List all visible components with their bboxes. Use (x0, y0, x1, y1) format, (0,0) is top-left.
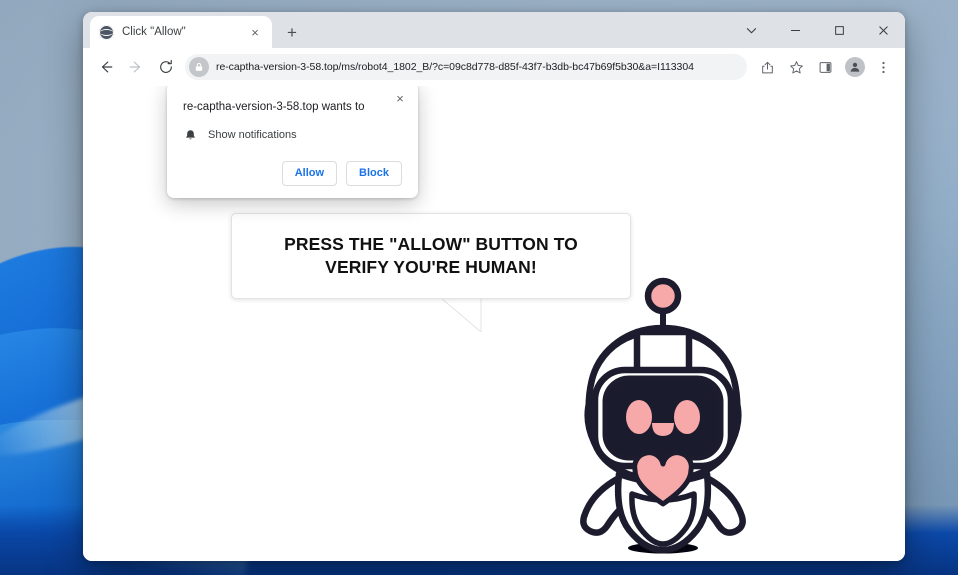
minimize-icon[interactable] (773, 12, 817, 48)
close-icon[interactable] (861, 12, 905, 48)
back-arrow-icon[interactable] (91, 53, 120, 82)
browser-window: Click "Allow" × + re-captha-version-3-58… (83, 12, 905, 561)
speech-bubble-text: PRESS THE "ALLOW" BUTTON TO VERIFY YOU'R… (284, 233, 578, 277)
dialog-option-row: Show notifications (183, 128, 402, 143)
robot-mascot (580, 277, 746, 554)
tab-click-allow[interactable]: Click "Allow" × (90, 16, 272, 48)
share-icon[interactable] (754, 54, 781, 81)
star-icon[interactable] (783, 54, 810, 81)
block-button[interactable]: Block (346, 160, 402, 186)
dialog-actions: Allow Block (183, 160, 402, 186)
tab-close-icon[interactable]: × (247, 24, 263, 40)
avatar[interactable] (841, 54, 868, 81)
bell-icon (183, 128, 198, 143)
three-dot-menu-icon[interactable] (870, 54, 897, 81)
tab-strip: Click "Allow" × + (83, 12, 905, 48)
toolbar-right-icons (754, 54, 897, 81)
forward-arrow-icon[interactable] (121, 53, 150, 82)
tab-search-icon[interactable] (729, 12, 773, 48)
new-tab-button[interactable]: + (278, 18, 306, 46)
dialog-option-label: Show notifications (208, 129, 297, 142)
maximize-icon[interactable] (817, 12, 861, 48)
address-bar-url: re-captha-version-3-58.top/ms/robot4_180… (216, 61, 694, 73)
desktop: Click "Allow" × + re-captha-version-3-58… (0, 0, 958, 575)
allow-button[interactable]: Allow (281, 160, 338, 186)
page-viewport: PRESS THE "ALLOW" BUTTON TO VERIFY YOU'R… (83, 86, 905, 561)
dialog-title: re-captha-version-3-58.top wants to (183, 101, 365, 113)
notification-permission-dialog: × re-captha-version-3-58.top wants to Sh… (167, 86, 418, 198)
avatar-icon (844, 57, 865, 77)
tab-title: Click "Allow" (122, 26, 186, 38)
speech-bubble: PRESS THE "ALLOW" BUTTON TO VERIFY YOU'R… (231, 213, 631, 299)
browser-toolbar: re-captha-version-3-58.top/ms/robot4_180… (83, 48, 905, 86)
lock-icon[interactable] (189, 57, 209, 77)
globe-icon (99, 24, 114, 40)
side-panel-icon[interactable] (812, 54, 839, 81)
window-controls (729, 12, 905, 48)
reload-icon[interactable] (151, 53, 180, 82)
dialog-close-icon[interactable]: × (391, 89, 409, 107)
address-bar[interactable]: re-captha-version-3-58.top/ms/robot4_180… (185, 54, 747, 80)
speech-bubble-tail (441, 298, 482, 332)
